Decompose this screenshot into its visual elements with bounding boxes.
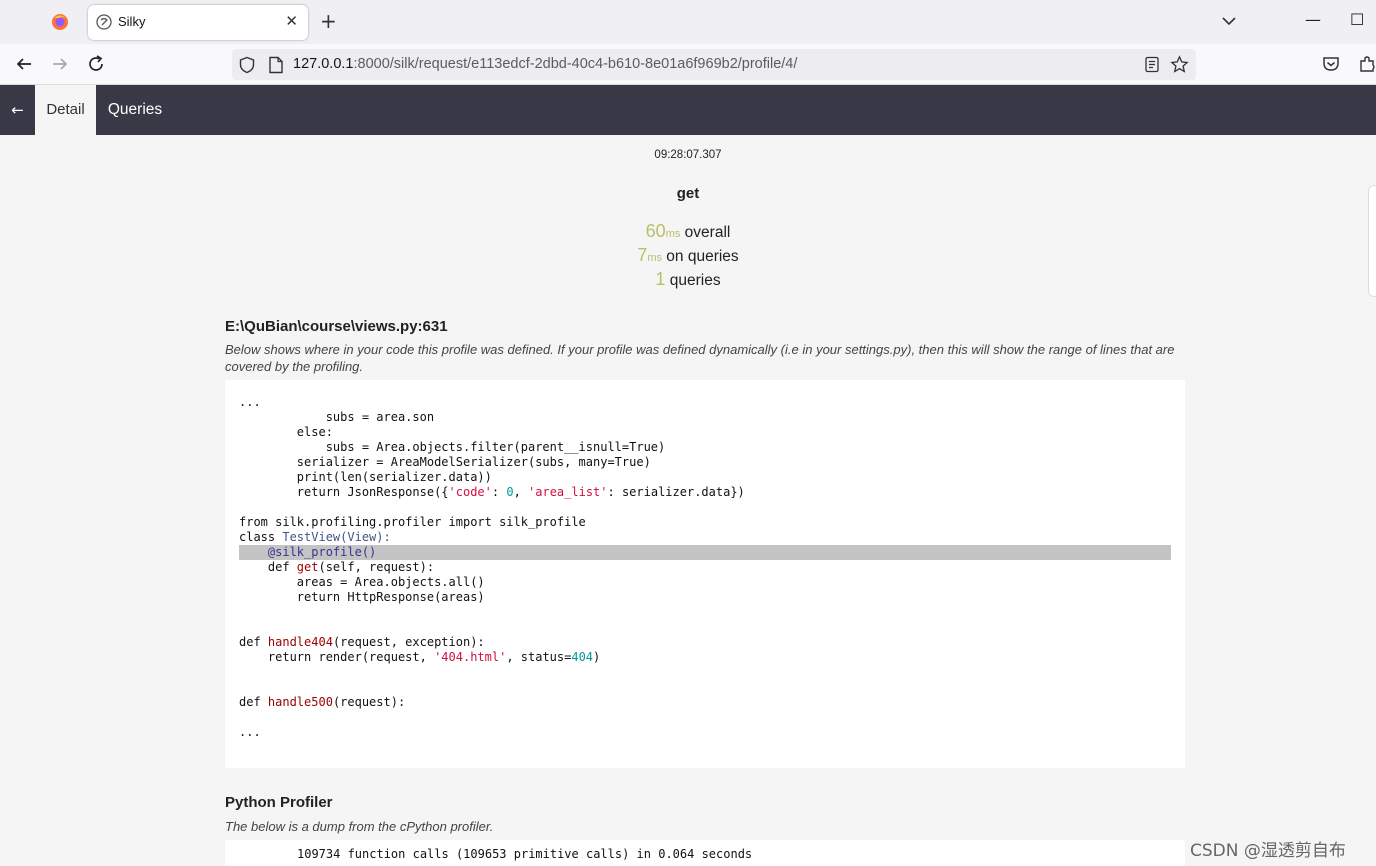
query-count-stat: 1 queries: [0, 269, 1376, 290]
queries-time-stat: 7ms on queries: [0, 245, 1376, 266]
profiler-output-block: 109734 function calls (109653 primitive …: [225, 840, 1185, 866]
code-line: ...: [239, 395, 261, 409]
reader-view-icon[interactable]: [1144, 56, 1160, 73]
code-line: serializer = AreaModelSerializer(subs, m…: [239, 455, 651, 469]
back-arrow-icon[interactable]: ←: [0, 85, 35, 135]
queries-time-unit: ms: [647, 252, 662, 264]
close-tab-icon[interactable]: ✕: [285, 12, 298, 30]
code-line: def get(self, request):: [239, 560, 435, 574]
code-line: subs = Area.objects.filter(parent__isnul…: [239, 440, 666, 454]
overall-unit: ms: [665, 228, 681, 240]
code-line: ...: [239, 725, 261, 739]
forward-arrow-icon[interactable]: [50, 54, 70, 74]
extensions-icon[interactable]: [1357, 54, 1376, 74]
browser-nav-toolbar: 127.0.0.1:8000/silk/request/e113edcf-2db…: [0, 44, 1376, 85]
bookmark-star-icon[interactable]: [1170, 55, 1189, 74]
queries-time-label: on queries: [661, 248, 739, 265]
url-path: :8000/silk/request/e113edcf-2dbd-40c4-b6…: [353, 56, 798, 72]
queries-time-value: 7: [637, 245, 648, 265]
code-line-highlighted: @silk_profile(): [239, 545, 1171, 560]
firefox-icon[interactable]: [50, 12, 70, 32]
browser-tab-silky[interactable]: Silky ✕: [88, 5, 308, 40]
python-profiler-title: Python Profiler: [225, 794, 333, 811]
watermark: CSDN @湿透剪自布: [1190, 841, 1346, 861]
overall-value: 60: [645, 221, 666, 241]
page-info-icon[interactable]: [268, 56, 284, 74]
code-line: def handle404(request, exception):: [239, 635, 485, 649]
code-line: from silk.profiling.profiler import silk…: [239, 515, 586, 529]
profiler-summary-line: 109734 function calls (109653 primitive …: [297, 847, 753, 861]
reload-icon[interactable]: [86, 54, 106, 74]
query-count-label: queries: [665, 272, 721, 289]
code-line: else:: [239, 425, 333, 439]
back-arrow-icon[interactable]: [14, 54, 34, 74]
python-profiler-description: The below is a dump from the cPython pro…: [225, 819, 494, 834]
shield-icon[interactable]: [238, 56, 256, 74]
minimize-button[interactable]: —: [1305, 10, 1321, 29]
profile-source-title: E:\QuBian\course\views.py:631: [225, 318, 448, 335]
silky-nav-bar: ← Detail Queries: [0, 85, 1376, 135]
code-line: return JsonResponse({'code': 0, 'area_li…: [239, 485, 745, 499]
source-code-block: ... subs = area.son else: subs = Area.ob…: [225, 380, 1185, 768]
code-line: print(len(serializer.data)): [239, 470, 492, 484]
tab-queries[interactable]: Queries: [96, 85, 174, 135]
url-host: 127.0.0.1: [293, 56, 354, 72]
code-line: return render(request, '404.html', statu…: [239, 650, 601, 664]
new-tab-button[interactable]: +: [320, 9, 337, 33]
chevron-down-icon[interactable]: [1220, 12, 1238, 30]
overall-label: overall: [680, 224, 731, 241]
overall-time-stat: 60ms overall: [0, 221, 1376, 242]
code-line: class TestView(View):: [239, 530, 391, 544]
query-count-value: 1: [655, 269, 666, 289]
code-line: def handle500(request):: [239, 695, 406, 709]
profile-source-description: Below shows where in your code this prof…: [225, 342, 1175, 374]
pocket-icon[interactable]: [1321, 54, 1341, 74]
browser-tab-bar: Silky ✕ + — ☐: [0, 0, 1376, 44]
tab-detail[interactable]: Detail: [35, 85, 96, 135]
code-line: areas = Area.objects.all(): [239, 575, 485, 589]
code-line: return HttpResponse(areas): [239, 590, 485, 604]
request-time: 09:28:07.307: [654, 149, 722, 161]
maximize-button[interactable]: ☐: [1350, 10, 1364, 29]
silky-favicon-icon: [96, 14, 112, 30]
url-text: 127.0.0.1:8000/silk/request/e113edcf-2db…: [293, 56, 797, 72]
code-line: subs = area.son: [239, 410, 435, 424]
request-method: get: [676, 185, 700, 202]
tab-title: Silky: [118, 14, 146, 29]
address-bar[interactable]: 127.0.0.1:8000/silk/request/e113edcf-2db…: [232, 49, 1196, 80]
